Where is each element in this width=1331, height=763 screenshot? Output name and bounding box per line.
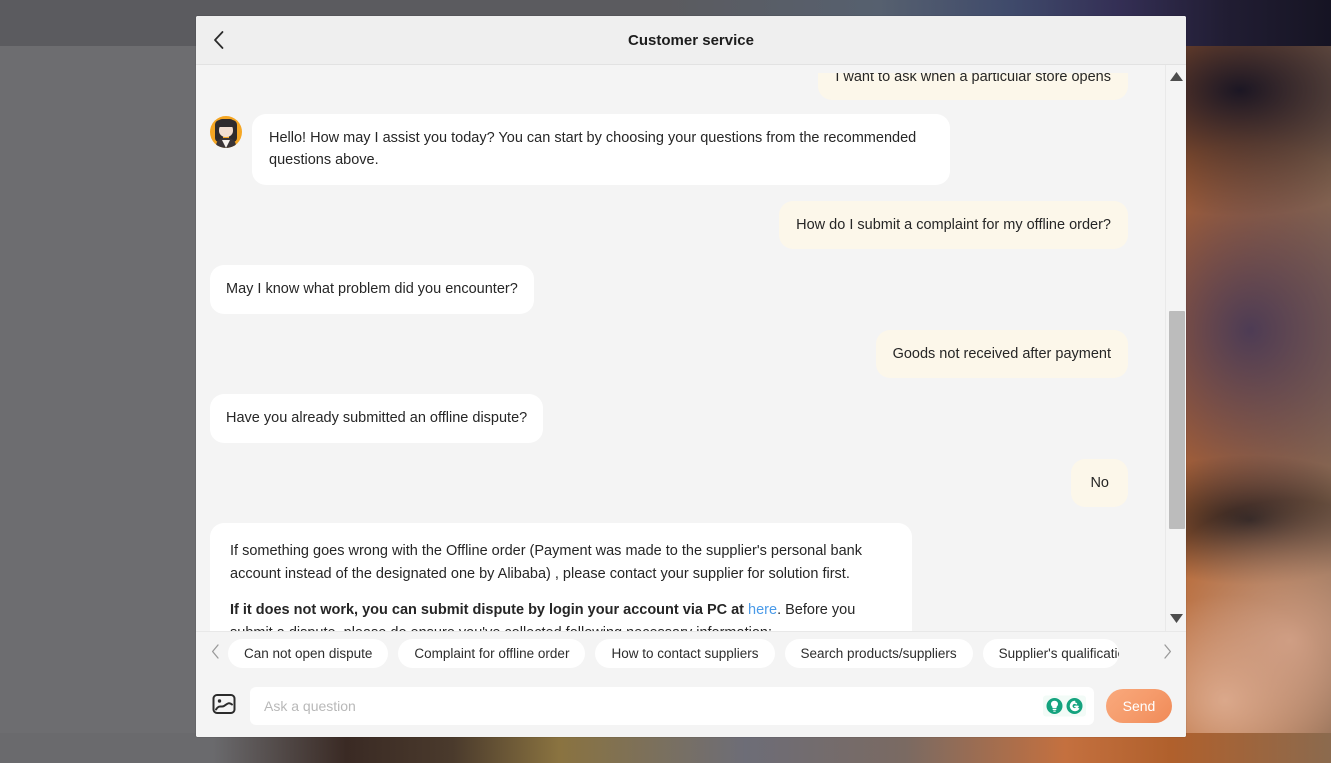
message-row-user-clipped: I want to ask when a particular store op… — [196, 73, 1142, 100]
message-row-bot-long: If something goes wrong with the Offline… — [196, 523, 1142, 631]
page-title: Customer service — [628, 31, 754, 49]
message-bubble-user[interactable]: How do I submit a complaint for my offli… — [779, 200, 1128, 250]
scroll-up-button[interactable] — [1166, 65, 1187, 89]
composer-bar: Send — [196, 675, 1186, 737]
chip-suppliers-qualification[interactable]: Supplier's qualificatio — [982, 639, 1119, 668]
message-row-bot: Have you already submitted an offline di… — [196, 394, 1142, 443]
messages-scrollbar[interactable] — [1165, 65, 1186, 631]
message-bubble-bot[interactable]: Hello! How may I assist you today? You c… — [252, 114, 950, 185]
question-input-wrapper[interactable] — [250, 687, 1094, 725]
message-row-user: No — [196, 458, 1142, 508]
scroll-track[interactable] — [1167, 89, 1186, 607]
grammarly-logo-icon[interactable] — [1066, 698, 1083, 715]
question-input[interactable] — [250, 687, 1094, 725]
message-row-user: How do I submit a complaint for my offli… — [196, 200, 1142, 250]
message-row-user: Goods not received after payment — [196, 329, 1142, 379]
avatar — [210, 116, 242, 148]
background-bottom-strip — [0, 733, 1331, 763]
long-message-bold-lead: If it does not work, you can submit disp… — [230, 602, 749, 619]
message-bubble-bot[interactable]: Have you already submitted an offline di… — [210, 394, 544, 443]
scroll-thumb[interactable] — [1169, 311, 1185, 529]
image-upload-icon — [211, 691, 237, 722]
grammarly-lightbulb-icon[interactable] — [1046, 698, 1063, 715]
message-bubble-user[interactable]: Goods not received after payment — [875, 329, 1128, 379]
message-bubble-user[interactable]: No — [1071, 458, 1128, 508]
suggestion-chips-bar: Can not open dispute Complaint for offli… — [196, 631, 1186, 675]
message-row-bot: May I know what problem did you encounte… — [196, 265, 1142, 314]
avatar-bangs — [217, 119, 235, 127]
chevron-left-icon — [212, 30, 225, 50]
long-message-paragraph-2: If it does not work, you can submit disp… — [230, 599, 892, 631]
chips-next-button[interactable] — [1154, 632, 1180, 675]
chat-header: Customer service — [196, 16, 1186, 65]
messages-list: I want to ask when a particular store op… — [196, 65, 1142, 631]
chevron-right-icon — [1163, 643, 1172, 664]
scroll-down-button[interactable] — [1166, 607, 1187, 631]
message-bubble-bot[interactable]: May I know what problem did you encounte… — [210, 265, 534, 314]
chevron-left-icon — [211, 643, 220, 664]
triangle-up-icon — [1169, 68, 1183, 86]
image-upload-button[interactable] — [210, 692, 238, 720]
send-button[interactable]: Send — [1106, 689, 1172, 723]
chip-search-products-suppliers[interactable]: Search products/suppliers — [784, 639, 973, 668]
chip-can-not-open-dispute[interactable]: Can not open dispute — [228, 639, 389, 668]
messages-area: I want to ask when a particular store op… — [196, 65, 1186, 631]
chip-complaint-for-offline-order[interactable]: Complaint for offline order — [398, 639, 586, 668]
here-link[interactable]: here — [748, 602, 777, 618]
message-row-bot: Hello! How may I assist you today? You c… — [196, 114, 1142, 185]
customer-service-chat-window: Customer service I want to ask when a pa… — [196, 16, 1186, 737]
message-bubble-bot-long[interactable]: If something goes wrong with the Offline… — [210, 523, 912, 631]
chips-scroller[interactable]: Can not open dispute Complaint for offli… — [228, 639, 1154, 668]
chips-prev-button[interactable] — [202, 632, 228, 675]
grammarly-cluster — [1043, 695, 1086, 717]
back-button[interactable] — [196, 16, 240, 65]
message-bubble-user[interactable]: I want to ask when a particular store op… — [818, 73, 1128, 100]
triangle-down-icon — [1169, 610, 1183, 628]
chip-how-to-contact-suppliers[interactable]: How to contact suppliers — [595, 639, 775, 668]
long-message-paragraph-1: If something goes wrong with the Offline… — [230, 543, 862, 582]
